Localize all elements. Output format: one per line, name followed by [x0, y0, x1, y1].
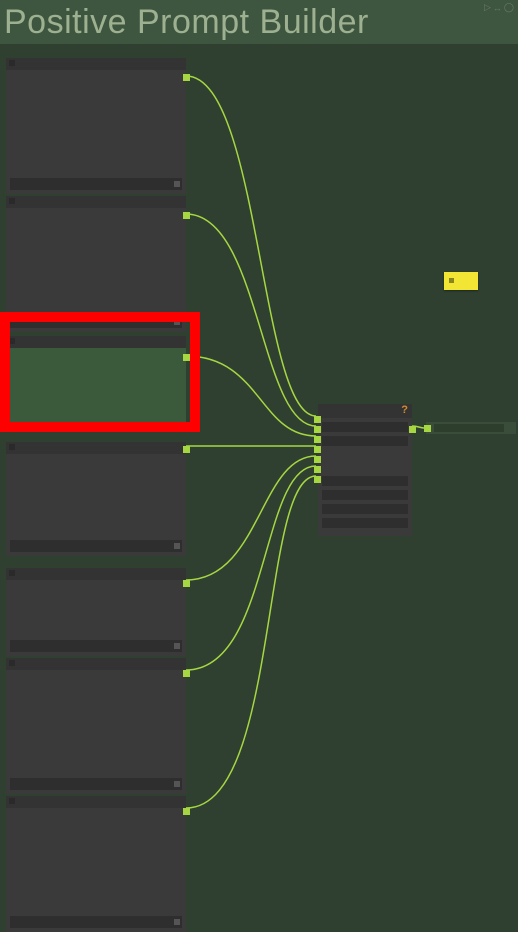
node-body[interactable] [6, 70, 186, 174]
input-node-5[interactable] [6, 568, 186, 656]
input-node-3[interactable] [6, 336, 186, 422]
input-port[interactable] [424, 425, 431, 432]
node-header[interactable] [6, 568, 186, 580]
window-controls: ▷ ↔ ◯ [484, 2, 514, 13]
output-port[interactable] [183, 670, 190, 677]
node-header[interactable] [6, 336, 186, 348]
collapse-icon[interactable] [9, 60, 15, 66]
node-header[interactable] [6, 442, 186, 454]
param-row[interactable] [322, 436, 408, 446]
resize-icon[interactable] [174, 643, 180, 649]
input-port[interactable] [314, 466, 321, 473]
play-icon: ▷ [484, 2, 491, 13]
input-port[interactable] [314, 476, 321, 483]
node-body[interactable] [6, 454, 186, 536]
input-node-2[interactable] [6, 196, 186, 332]
node-footer-bar [10, 640, 182, 652]
node-header[interactable] [6, 196, 186, 208]
node-body[interactable] [6, 348, 186, 422]
resize-icon[interactable] [174, 781, 180, 787]
resize-icon[interactable] [174, 319, 180, 325]
output-value [434, 424, 504, 432]
param-row[interactable] [322, 504, 408, 514]
output-port[interactable] [409, 426, 416, 433]
node-footer-bar [10, 316, 182, 328]
sticky-note[interactable] [444, 272, 478, 290]
resize-icon[interactable] [174, 919, 180, 925]
node-body[interactable] [6, 808, 186, 912]
input-node-1[interactable] [6, 58, 186, 194]
collapse-icon[interactable] [9, 198, 15, 204]
node-header[interactable] [6, 658, 186, 670]
param-row[interactable] [322, 490, 408, 500]
collapse-icon[interactable] [9, 338, 15, 344]
output-port[interactable] [183, 212, 190, 219]
output-port[interactable] [183, 808, 190, 815]
node-header[interactable]: ? [318, 404, 412, 418]
resize-icon[interactable] [174, 543, 180, 549]
node-body[interactable] [6, 208, 186, 312]
node-canvas[interactable]: ? [0, 44, 518, 929]
collapse-icon[interactable] [9, 798, 15, 804]
input-port[interactable] [314, 456, 321, 463]
param-row[interactable] [322, 518, 408, 528]
output-port[interactable] [183, 354, 190, 361]
collapse-icon[interactable] [9, 570, 15, 576]
input-port[interactable] [314, 426, 321, 433]
sticky-anchor-icon [449, 278, 454, 283]
circle-icon: ◯ [504, 2, 514, 13]
input-port[interactable] [314, 446, 321, 453]
output-port[interactable] [183, 74, 190, 81]
node-header[interactable] [6, 58, 186, 70]
input-node-6[interactable] [6, 658, 186, 794]
output-port[interactable] [183, 580, 190, 587]
help-badge[interactable]: ? [401, 404, 408, 416]
node-footer-bar [10, 778, 182, 790]
node-body[interactable] [318, 418, 412, 536]
title-bar: Positive Prompt Builder ▷ ↔ ◯ [0, 0, 518, 44]
collector-node[interactable]: ? [318, 404, 412, 536]
node-body[interactable] [6, 580, 186, 636]
param-row[interactable] [322, 422, 408, 432]
input-port[interactable] [314, 436, 321, 443]
input-node-4[interactable] [6, 442, 186, 556]
node-header[interactable] [6, 796, 186, 808]
node-footer-bar [10, 916, 182, 928]
resize-icon[interactable] [174, 181, 180, 187]
output-node[interactable] [426, 422, 516, 434]
input-port[interactable] [314, 416, 321, 423]
arrow-icon: ↔ [493, 3, 502, 13]
output-port[interactable] [183, 446, 190, 453]
node-body[interactable] [6, 670, 186, 774]
page-title: Positive Prompt Builder [4, 3, 369, 42]
collapse-icon[interactable] [9, 444, 15, 450]
node-footer-bar [10, 540, 182, 552]
input-node-7[interactable] [6, 796, 186, 932]
node-footer-bar [10, 178, 182, 190]
collapse-icon[interactable] [9, 660, 15, 666]
param-row[interactable] [322, 476, 408, 486]
